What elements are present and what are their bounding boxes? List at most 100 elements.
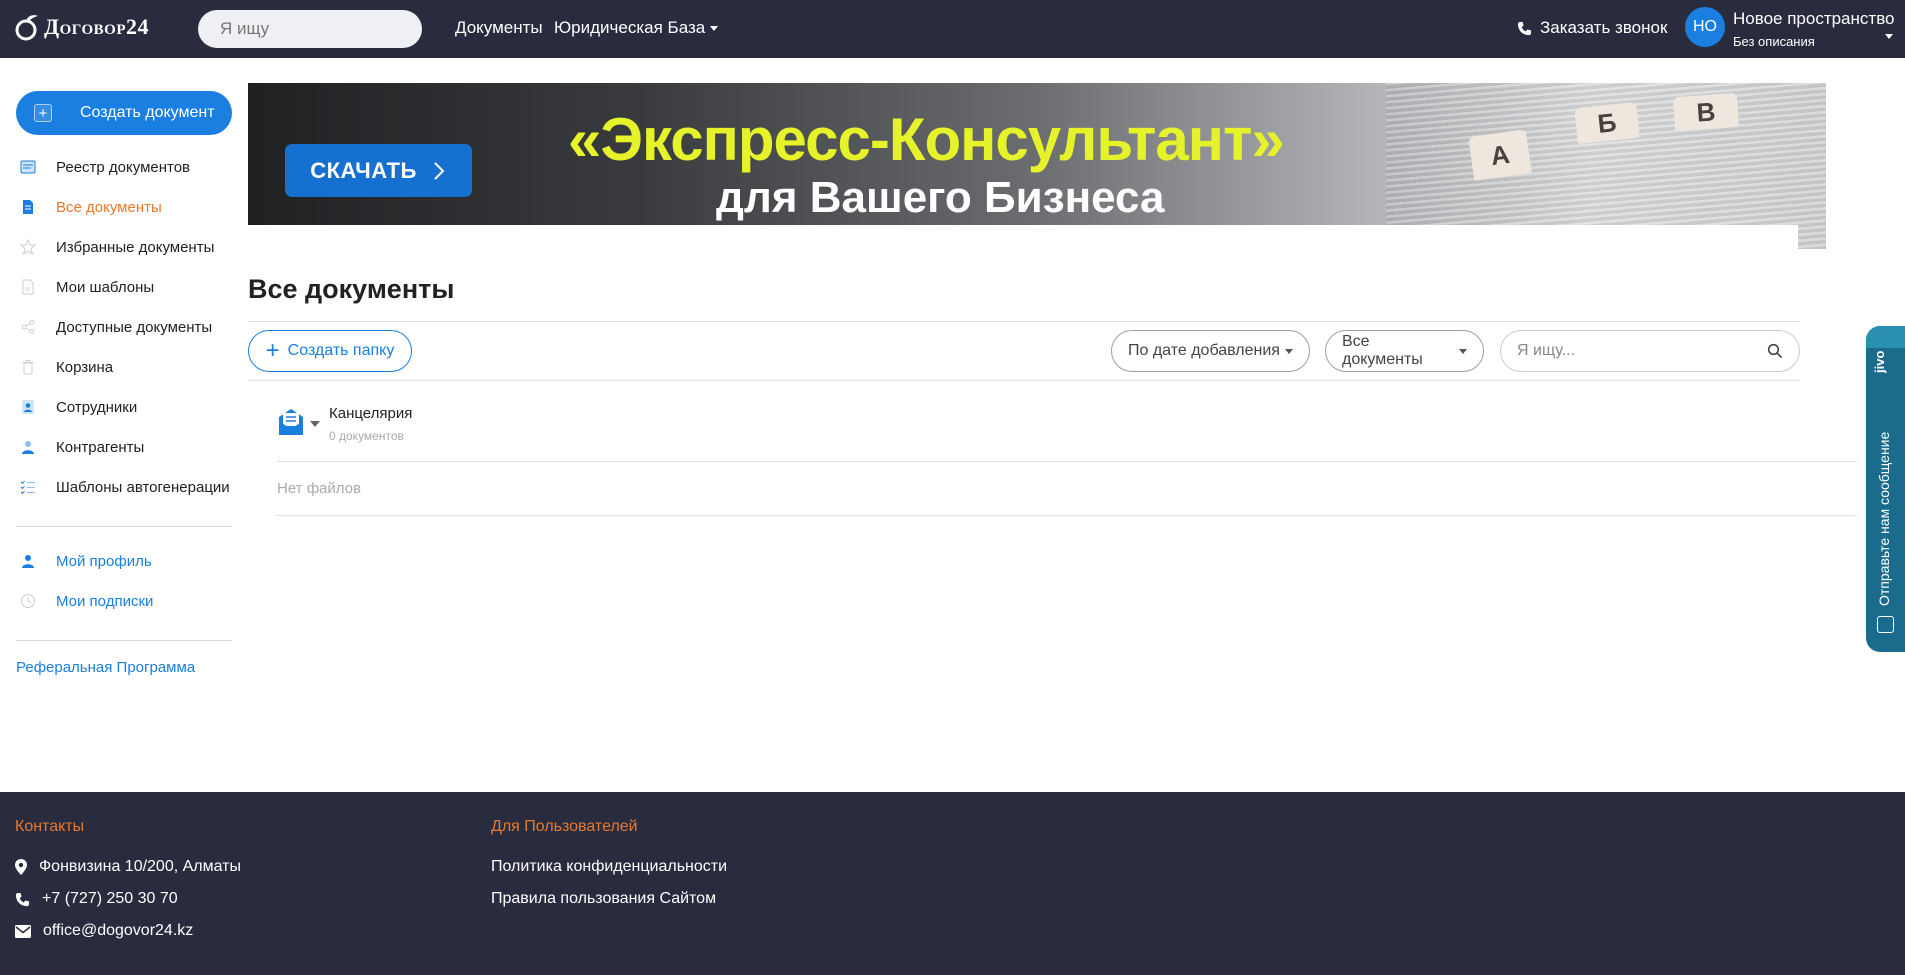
workspace-name[interactable]: Новое пространство — [1733, 9, 1894, 29]
site-rules-link[interactable]: Правила пользования Сайтом — [491, 890, 716, 908]
footer-phone-text: +7 (727) 250 30 70 — [42, 890, 178, 907]
create-document-label: Создать документ — [80, 104, 215, 121]
plus-icon: + — [34, 104, 52, 122]
sidebar-item-subscriptions[interactable]: Мои подписки — [16, 581, 232, 621]
folder-divider — [277, 461, 1857, 462]
sidebar-item-label: Мои шаблоны — [56, 278, 155, 296]
folder-count: 0 документов — [329, 429, 404, 443]
chevron-right-icon — [434, 161, 445, 180]
logo-icon — [15, 15, 38, 41]
sidebar-item-label: Мои подписки — [56, 592, 154, 610]
sidebar-item-label: Корзина — [56, 358, 114, 376]
phone-icon — [1517, 21, 1532, 35]
banner-card-tab: Б — [1574, 101, 1640, 145]
nav-legal-base-label: Юридическая База — [554, 18, 706, 37]
toolbar-divider — [248, 380, 1800, 381]
sidebar-item-contractors[interactable]: Контрагенты — [16, 427, 232, 467]
sidebar-item-label: Избранные документы — [56, 238, 215, 256]
filter-select-value: Все документы — [1342, 333, 1423, 368]
create-document-button[interactable]: + Создать документ — [16, 91, 232, 135]
search-icon[interactable] — [1767, 343, 1783, 359]
chat-widget-tab[interactable]: jivo Отправьте нам сообщение — [1866, 326, 1905, 652]
sidebar-item-favorites[interactable]: Избранные документы — [16, 227, 232, 267]
user-icon — [16, 549, 40, 573]
nav-legal-base[interactable]: Юридическая База — [554, 18, 719, 38]
header-search — [198, 10, 422, 48]
header-search-input[interactable] — [198, 10, 422, 48]
chevron-down-icon — [1459, 348, 1467, 354]
folder-row[interactable]: Канцелярия 0 документов — [277, 403, 1857, 461]
footer-users-title: Для Пользователей — [491, 818, 638, 835]
chevron-down-icon — [710, 26, 719, 32]
footer-address-text: Фонвизина 10/200, Алматы — [39, 858, 241, 875]
sidebar-item-autogen-templates[interactable]: Шаблоны автогенерации — [16, 467, 232, 507]
documents-search — [1500, 330, 1800, 372]
callback-link[interactable]: Заказать звонок — [1517, 18, 1667, 38]
nav-documents[interactable]: Документы — [455, 18, 543, 38]
svg-text:W: W — [25, 287, 30, 293]
sidebar-divider — [16, 640, 232, 641]
title-divider — [248, 321, 1800, 322]
page-title: Все документы — [248, 274, 455, 304]
folder-name[interactable]: Канцелярия — [329, 405, 412, 422]
jivo-logo: jivo — [1872, 350, 1887, 373]
promo-banner[interactable]: А Б В СКАЧАТЬ «Экспресс-Консультант» для… — [248, 83, 1826, 249]
footer-email-text: office@dogovor24.kz — [43, 922, 194, 939]
chevron-down-icon — [1284, 348, 1293, 354]
sidebar-item-templates[interactable]: W Мои шаблоны — [16, 267, 232, 307]
sidebar-item-employees[interactable]: Сотрудники — [16, 387, 232, 427]
sidebar-item-label: Контрагенты — [56, 438, 145, 456]
banner-bottom-strip — [248, 225, 1798, 249]
top-navbar: Договор24 Документы Юридическая База Зак… — [0, 0, 1905, 58]
footer-contacts-title: Контакты — [15, 818, 85, 835]
share-icon — [16, 315, 40, 339]
sidebar-item-registry[interactable]: Реестр документов — [16, 147, 232, 187]
privacy-policy-link[interactable]: Политика конфиденциальности — [491, 858, 727, 876]
template-icon: W — [16, 275, 40, 299]
footer-phone[interactable]: +7 (727) 250 30 70 — [15, 890, 178, 908]
footer: Контакты Фонвизина 10/200, Алматы +7 (72… — [0, 792, 1905, 975]
sidebar-item-label: Сотрудники — [56, 398, 138, 416]
sidebar-item-label: Реестр документов — [56, 158, 191, 176]
sidebar-menu: Реестр документов Все документы Избранны… — [16, 147, 232, 507]
banner-title: «Экспресс-Консультант» — [568, 106, 1285, 173]
referral-program-link[interactable]: Реферальная Программа — [16, 659, 195, 676]
banner-download-label: СКАЧАТЬ — [310, 157, 417, 183]
star-icon — [16, 235, 40, 259]
sidebar-item-all-documents[interactable]: Все документы — [16, 187, 232, 227]
sidebar-divider — [16, 526, 232, 527]
list-bottom-divider — [277, 515, 1857, 516]
banner-card-tab: В — [1672, 92, 1740, 132]
documents-search-input[interactable] — [1517, 342, 1767, 360]
trash-icon — [16, 355, 40, 379]
sidebar-item-shared[interactable]: Доступные документы — [16, 307, 232, 347]
sidebar-item-profile[interactable]: Мой профиль — [16, 541, 232, 581]
logo[interactable]: Договор24 — [14, 13, 149, 41]
registry-icon — [16, 155, 40, 179]
chevron-down-icon[interactable] — [310, 421, 320, 427]
footer-address: Фонвизина 10/200, Алматы — [15, 858, 241, 876]
sidebar-item-label: Мой профиль — [56, 552, 152, 570]
banner-card-tab: А — [1468, 129, 1532, 181]
chat-widget-top — [1866, 326, 1905, 348]
sort-select[interactable]: По дате добавления — [1111, 330, 1310, 372]
sidebar-profile-menu: Мой профиль Мои подписки — [16, 541, 232, 621]
banner-subtitle: для Вашего Бизнеса — [716, 173, 1165, 222]
clock-icon — [16, 589, 40, 613]
folder-envelope-icon — [279, 409, 303, 435]
banner-download-button[interactable]: СКАЧАТЬ — [285, 144, 472, 197]
empty-state-text: Нет файлов — [277, 480, 362, 497]
envelope-icon — [15, 924, 31, 938]
sidebar-item-label: Все документы — [56, 198, 162, 216]
list-check-icon — [16, 475, 40, 499]
create-folder-button[interactable]: + Создать папку — [248, 330, 412, 372]
create-folder-label: Создать папку — [287, 342, 395, 359]
filter-select[interactable]: Все документы — [1325, 330, 1484, 372]
avatar[interactable]: НО — [1685, 7, 1725, 47]
chevron-down-icon[interactable] — [1885, 34, 1893, 39]
plus-icon: + — [265, 337, 280, 364]
document-icon — [16, 195, 40, 219]
sidebar-item-trash[interactable]: Корзина — [16, 347, 232, 387]
sidebar-item-label: Шаблоны автогенерации — [56, 478, 230, 496]
footer-email[interactable]: office@dogovor24.kz — [15, 922, 193, 940]
